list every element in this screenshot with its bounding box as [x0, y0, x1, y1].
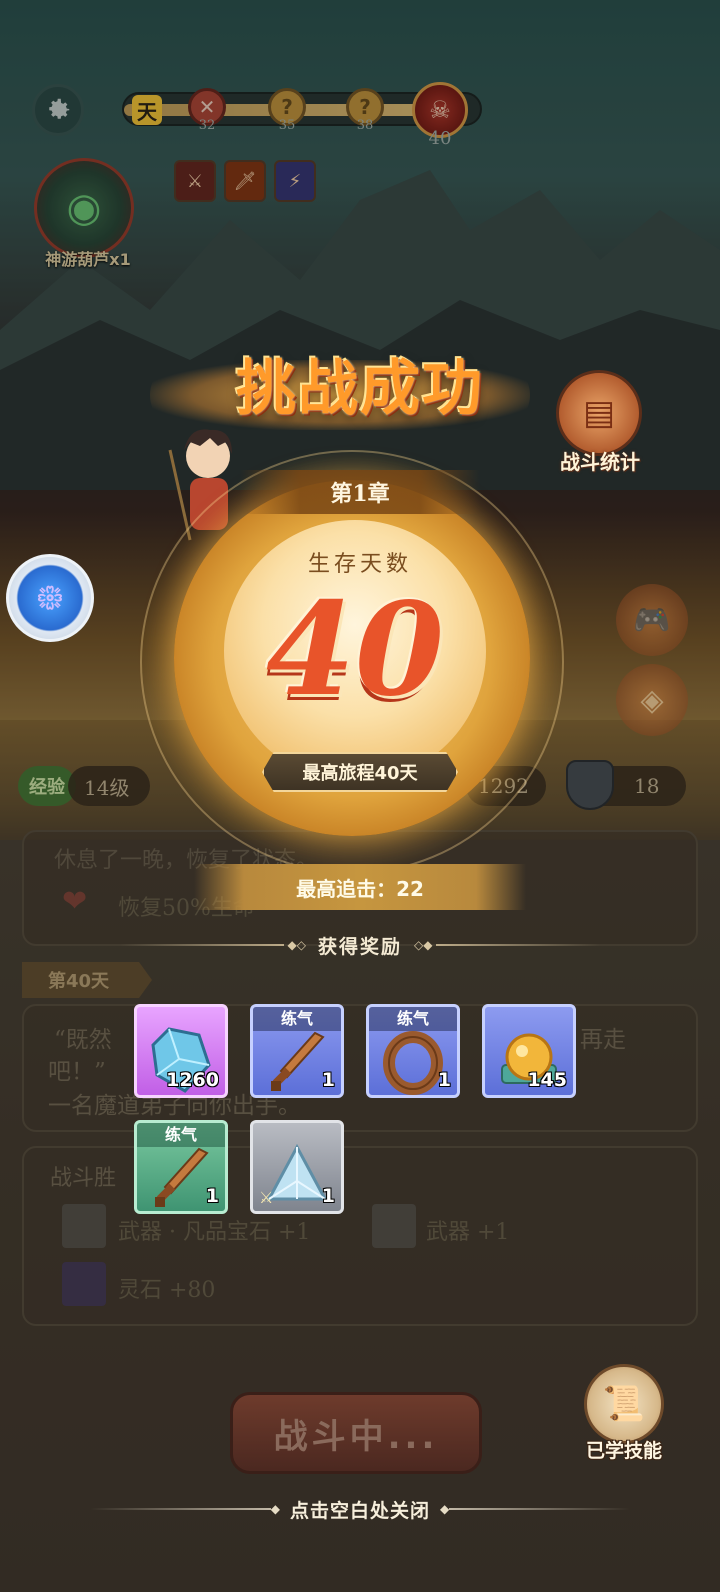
- reward-count: 1: [437, 1069, 451, 1091]
- scroll-icon: 📜: [602, 1384, 646, 1424]
- reward-item-orb[interactable]: 145: [482, 1004, 576, 1098]
- reward-count: 1: [205, 1185, 219, 1207]
- gamepad-icon: 🎮: [633, 602, 671, 638]
- document-icon: ▤: [582, 393, 616, 433]
- close-hint-diamond-icon: ◆: [270, 1502, 280, 1516]
- reward-item-sword[interactable]: 练气 1: [250, 1004, 344, 1098]
- reward-count: 1: [321, 1185, 335, 1207]
- survive-days-value: 40: [265, 575, 445, 725]
- reward-item-ring[interactable]: 练气 1: [366, 1004, 460, 1098]
- pouch-icon: ◈: [640, 682, 664, 718]
- sword-badge-icon: ⚔: [259, 1188, 274, 1207]
- chapter-label: 第1章: [240, 470, 480, 514]
- divider-line-right: [436, 944, 601, 946]
- swirl-icon: ᪥: [35, 573, 65, 618]
- rewards-header: 获得奖励: [318, 935, 403, 958]
- reward-count: 1260: [166, 1069, 219, 1091]
- battle-stats-label: 战斗统计: [560, 450, 640, 474]
- survive-days-label: 生存天数: [307, 552, 412, 577]
- close-hint-diamond-icon: ◆: [440, 1502, 450, 1516]
- best-journey-text: 最高旅程40天: [302, 763, 418, 784]
- pouch-button[interactable]: ◈: [616, 664, 688, 736]
- reward-count: 145: [527, 1069, 567, 1091]
- reward-item-sword-green[interactable]: 练气 1: [134, 1120, 228, 1214]
- victory-title: 挑战成功: [236, 354, 484, 424]
- fighting-button[interactable]: 战斗中...: [230, 1392, 482, 1474]
- close-hint-line-right: [449, 1508, 631, 1510]
- divider-diamond-icon: ◇◆: [414, 938, 433, 952]
- learned-skills-label: 已学技能: [585, 1440, 662, 1462]
- best-journey-ribbon: 最高旅程40天: [262, 752, 458, 792]
- reward-tier: 练气: [369, 1007, 457, 1031]
- swirl-skill-button[interactable]: ᪥: [6, 554, 94, 642]
- best-chase-text: 最高追击：22: [296, 876, 424, 901]
- best-chase-bar: 最高追击：22: [194, 864, 526, 910]
- fighting-button-label: 战斗中...: [273, 1416, 439, 1457]
- rewards-divider: ◆◇ 获得奖励 ◇◆: [120, 930, 601, 960]
- divider-diamond-icon: ◆◇: [287, 938, 306, 952]
- gamepad-button[interactable]: 🎮: [616, 584, 688, 656]
- divider-line-left: [120, 944, 284, 946]
- reward-tier: 练气: [253, 1007, 341, 1031]
- battle-stats-button[interactable]: ▤: [556, 370, 642, 456]
- reward-item-crystal[interactable]: 1260: [134, 1004, 228, 1098]
- reward-item-gem[interactable]: ⚔ 1: [250, 1120, 344, 1214]
- learned-skills-button[interactable]: 📜: [584, 1364, 664, 1444]
- reward-count: 1: [321, 1069, 335, 1091]
- reward-tier: 练气: [137, 1123, 225, 1147]
- close-hint[interactable]: ◆ 点击空白处关闭 ◆: [90, 1494, 631, 1524]
- close-hint-line-left: [90, 1508, 271, 1510]
- close-hint-text: 点击空白处关闭: [290, 1499, 431, 1522]
